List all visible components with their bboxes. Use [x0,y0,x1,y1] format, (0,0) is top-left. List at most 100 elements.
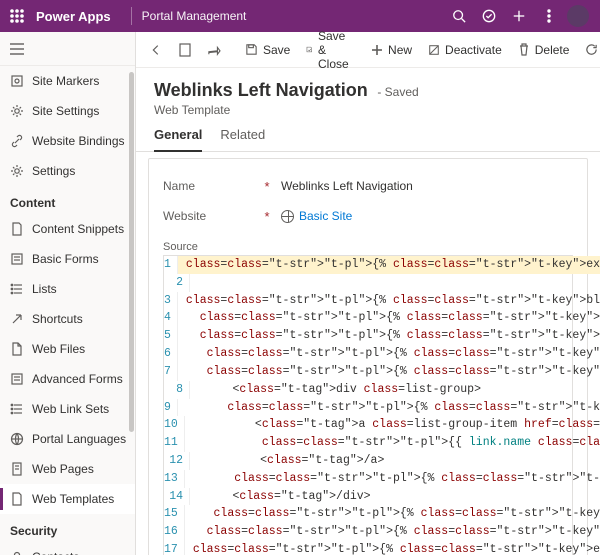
sidebar-item-label: Contacts [32,550,79,555]
sidebar-scrollbar[interactable] [129,72,134,432]
gear-icon [10,104,24,118]
required-icon: * [263,179,271,194]
save-close-button[interactable]: Save & Close [299,36,362,64]
required-icon: * [263,209,271,224]
search-icon[interactable] [444,0,474,32]
line-number: 8 [164,381,190,399]
sidebar-item[interactable]: Contacts [0,542,135,555]
sidebar-item[interactable]: Shortcuts [0,304,135,334]
sidebar-item[interactable]: Website Bindings [0,126,135,156]
line-number: 10 [164,416,185,434]
sidebar-item[interactable]: Content Snippets [0,214,135,244]
code-line[interactable]: class=class="t-str">"t-pl">{% class=clas… [185,505,600,523]
list-icon [10,282,24,296]
file-icon [10,342,24,356]
add-icon[interactable] [504,0,534,32]
code-line[interactable]: class=class="t-str">"t-pl">{% class=clas… [185,470,600,488]
global-header: Power Apps Portal Management [0,0,600,32]
website-label: Website [163,209,253,223]
deactivate-button[interactable]: Deactivate [421,36,509,64]
sidebar-item[interactable]: Lists [0,274,135,304]
code-line[interactable] [190,274,198,292]
command-bar: Save Save & Close New Deactivate Delete … [136,32,600,68]
sidebar-item-label: Basic Forms [32,252,99,266]
tab-general[interactable]: General [154,127,202,152]
tab-related[interactable]: Related [220,127,265,151]
line-number: 17 [164,541,185,555]
sidebar-item[interactable]: Advanced Forms [0,364,135,394]
back-button[interactable] [142,36,170,64]
code-line[interactable]: class=class="t-str">"t-pl">{% class=clas… [178,309,600,327]
code-line[interactable]: class=class="t-str">"t-pl">{% class=clas… [178,292,600,310]
sidebar-item[interactable]: Site Markers [0,66,135,96]
code-line[interactable]: class=class="t-str">"t-pl">{% class=clas… [178,345,600,363]
line-number: 3 [164,292,178,310]
app-launcher-icon[interactable] [8,7,26,25]
sidebar-item-label: Site Markers [32,74,99,88]
sidebar-item-label: Web Link Sets [32,402,109,416]
save-button[interactable]: Save [238,36,297,64]
new-button[interactable]: New [364,36,419,64]
globe-icon [10,432,24,446]
link-icon [10,134,24,148]
code-line[interactable]: class=class="t-str">"t-pl">{% class=clas… [178,399,600,417]
sidebar-item-label: Website Bindings [32,134,125,148]
sidebar-item-label: Site Settings [32,104,99,118]
code-line[interactable]: <class="t-tag">/a> [190,452,384,470]
share-button[interactable] [200,36,228,64]
tabs: General Related [136,117,600,152]
form-icon [10,372,24,386]
delete-button[interactable]: Delete [511,36,577,64]
code-line[interactable]: <class="t-tag">a class=list-group-item h… [185,416,600,434]
line-number: 16 [164,523,185,541]
sidebar-item[interactable]: Site Settings [0,96,135,126]
task-icon[interactable] [474,0,504,32]
line-number: 13 [164,470,185,488]
header-divider [131,7,132,25]
code-line[interactable]: class=class="t-str">"t-pl">{% class=clas… [185,541,600,555]
code-line[interactable]: <class="t-tag">/div> [190,488,371,506]
sidebar-item-label: Shortcuts [32,312,83,326]
product-name: Power Apps [36,9,111,24]
code-line[interactable]: class=class="t-str">"t-pl">{% class=clas… [185,523,600,541]
refresh-button[interactable]: Refresh [578,36,600,64]
line-number: 15 [164,505,185,523]
sidebar-item-label: Content Snippets [32,222,124,236]
line-number: 4 [164,309,178,327]
sidebar-item-label: Advanced Forms [32,372,123,386]
line-number: 1 [164,256,178,274]
sidebar-item[interactable]: Web Link Sets [0,394,135,424]
sidebar-item[interactable]: Settings [0,156,135,186]
code-line[interactable]: class=class="t-str">"t-pl">{{ link.name … [185,434,600,452]
sidebar-item[interactable]: Web Pages [0,454,135,484]
sidebar-item-label: Web Files [32,342,85,356]
open-record-set-button[interactable] [172,36,198,64]
hamburger-icon[interactable] [0,32,135,66]
doc-icon [10,492,24,506]
name-field[interactable]: Weblinks Left Navigation [281,179,413,193]
form-card: Name * Weblinks Left Navigation Website … [148,158,588,555]
source-label: Source [163,241,573,253]
code-line[interactable]: class=class="t-str">"t-pl">{% class=clas… [178,327,600,345]
profile-avatar[interactable] [564,0,592,32]
form-icon [10,252,24,266]
line-number: 9 [164,399,178,417]
website-lookup[interactable]: Basic Site [281,209,352,223]
line-number: 11 [164,434,185,452]
record-header: Weblinks Left Navigation - Saved Web Tem… [136,68,600,117]
sidebar-item-label: Web Pages [32,462,94,476]
code-line[interactable]: class=class="t-str">"t-pl">{% class=clas… [178,363,600,381]
sidebar-item[interactable]: Basic Forms [0,244,135,274]
sidebar-item-label: Web Templates [32,492,114,506]
entity-name: Web Template [154,103,582,117]
line-number: 7 [164,363,178,381]
source-editor[interactable]: 1class=class="t-str">"t-pl">{% class=cla… [163,255,573,555]
sidebar-item[interactable]: Web Files [0,334,135,364]
code-line[interactable]: <class="t-tag">div class=list-group> [190,381,481,399]
sidebar-section: Content [0,186,135,214]
main-area: Save Save & Close New Deactivate Delete … [136,32,600,555]
more-icon[interactable] [534,0,564,32]
sidebar-item[interactable]: Web Templates [0,484,135,514]
code-line[interactable]: class=class="t-str">"t-pl">{% class=clas… [178,256,600,274]
sidebar-item[interactable]: Portal Languages [0,424,135,454]
